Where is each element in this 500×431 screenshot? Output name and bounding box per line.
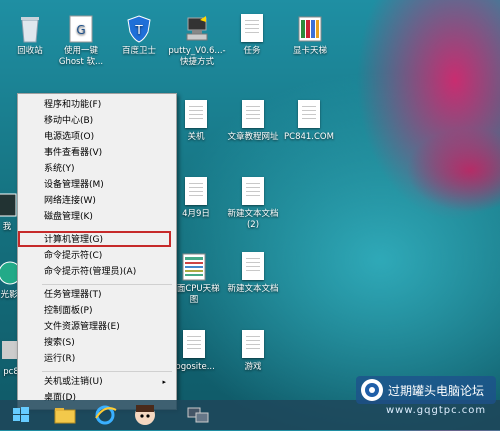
menu-item-label: 设备管理器(M): [44, 180, 104, 190]
menu-item-label: 任务管理器(T): [44, 290, 102, 300]
desktop-icon-recycle[interactable]: 回收站: [1, 14, 59, 57]
desktop-icon-baidu[interactable]: T 百度卫士: [110, 14, 168, 57]
menu-item-label: 磁盘管理(K): [44, 212, 93, 222]
folder-icon: [54, 408, 76, 424]
svg-text:G: G: [76, 23, 85, 37]
icon-label: 回收站: [17, 46, 43, 56]
desktop-icon-pc841[interactable]: PC841.COM: [280, 100, 338, 143]
menu-separator: [42, 371, 172, 372]
icon-label: logosite...: [173, 362, 215, 372]
icon-label: 百度卫士: [121, 46, 156, 56]
menu-item-label: 网络连接(W): [44, 196, 96, 206]
menu-item-search[interactable]: 搜索(S): [22, 336, 172, 351]
menu-item-label: 系统(Y): [44, 164, 75, 174]
menu-item-label: 移动中心(B): [44, 116, 94, 126]
svg-text:T: T: [134, 23, 143, 37]
icon-label: 关机: [187, 132, 205, 142]
putty-icon: [184, 14, 210, 44]
menu-separator: [42, 284, 172, 285]
menu-item-command-prompt[interactable]: 命令提示符(C): [22, 249, 172, 264]
menu-item-label: 命令提示符(C): [44, 251, 103, 261]
text-document-icon: [240, 100, 266, 130]
menu-item-label: 控制面板(P): [44, 306, 93, 316]
desktop-icon-newtext[interactable]: 新建文本文档: [224, 252, 282, 295]
menu-item-label: 电源选项(O): [44, 132, 95, 142]
menu-item-device-manager[interactable]: 设备管理器(M): [22, 178, 172, 193]
icon-label: putty_V0.6...- 快捷方式: [168, 46, 226, 67]
internet-explorer-button[interactable]: [88, 402, 122, 428]
network-computer-icon: [187, 407, 209, 423]
icon-label: 新建文本文档: [227, 284, 279, 294]
icon-label: 光影: [0, 290, 18, 300]
text-document-icon: [240, 252, 266, 282]
text-document-icon: [240, 177, 266, 207]
shield-icon: T: [126, 14, 152, 44]
menu-item-task-manager[interactable]: 任务管理器(T): [22, 288, 172, 303]
text-document-icon: [239, 14, 265, 44]
spreadsheet-icon: [297, 14, 323, 44]
desktop-icon-game[interactable]: 游戏: [224, 330, 282, 373]
menu-item-programs-features[interactable]: 程序和功能(F): [22, 98, 172, 113]
menu-item-shutdown-signout[interactable]: 关机或注销(U) ▸: [22, 375, 172, 390]
icon-label: 我: [2, 222, 12, 232]
text-document-icon: [183, 100, 209, 130]
text-document-icon: [181, 330, 207, 360]
ghost-app-icon: G: [68, 14, 94, 44]
watermark-logo: 过期罐头电脑论坛 www.gqgtpc.com: [356, 372, 496, 420]
submenu-arrow-icon: ▸: [162, 378, 166, 386]
highlight-box: [18, 231, 171, 247]
icon-label: 任务: [243, 46, 261, 56]
text-document-icon: [183, 177, 209, 207]
menu-item-label: 搜索(S): [44, 338, 75, 348]
icon-label: 显卡天梯: [292, 46, 327, 56]
windows-logo-icon: [13, 407, 29, 422]
menu-item-label: 程序和功能(F): [44, 100, 102, 110]
text-document-icon: [296, 100, 322, 130]
desktop-icon-tutorial[interactable]: 文章教程网址: [224, 100, 282, 143]
watermark-title: 过期罐头电脑论坛: [388, 384, 485, 398]
menu-item-label: 命令提示符(管理员)(A): [44, 267, 137, 277]
desktop-icon-display[interactable]: 显卡天梯: [281, 14, 339, 57]
menu-item-command-prompt-admin[interactable]: 命令提示符(管理员)(A): [22, 265, 172, 280]
menu-item-file-explorer[interactable]: 文件资源管理器(E): [22, 320, 172, 335]
icon-label: 文章教程网址: [227, 132, 279, 142]
desktop-icon-task[interactable]: 任务: [223, 14, 281, 57]
desktop-icon-newtext2[interactable]: 新建文本文档 (2): [224, 177, 282, 231]
icon-label: 使用一键Ghost 软...: [58, 46, 104, 67]
menu-item-label: 文件资源管理器(E): [44, 322, 120, 332]
recycle-bin-icon: [17, 14, 43, 44]
menu-item-run[interactable]: 运行(R): [22, 352, 172, 367]
menu-item-event-viewer[interactable]: 事件查看器(V): [22, 146, 172, 161]
menu-item-control-panel[interactable]: 控制面板(P): [22, 304, 172, 319]
icon-label: 新建文本文档 (2): [227, 209, 279, 230]
start-button[interactable]: [4, 402, 38, 428]
desktop-icon-putty[interactable]: putty_V0.6...- 快捷方式: [168, 14, 226, 68]
network-app-button[interactable]: [180, 402, 214, 428]
icon-label: PC841.COM: [284, 132, 334, 142]
character-app-button[interactable]: [128, 402, 162, 428]
menu-item-label: 事件查看器(V): [44, 148, 103, 158]
menu-item-label: 关机或注销(U): [44, 377, 103, 387]
text-document-icon: [240, 330, 266, 360]
character-icon: [135, 405, 155, 425]
icon-label: 游戏: [244, 362, 262, 372]
file-explorer-button[interactable]: [48, 402, 82, 428]
watermark-url: www.gqgtpc.com: [386, 405, 487, 416]
menu-item-disk-management[interactable]: 磁盘管理(K): [22, 210, 172, 225]
menu-item-system[interactable]: 系统(Y): [22, 162, 172, 177]
menu-item-network-connections[interactable]: 网络连接(W): [22, 194, 172, 209]
winx-context-menu: 程序和功能(F) 移动中心(B) 电源选项(O) 事件查看器(V) 系统(Y) …: [17, 93, 177, 410]
internet-explorer-icon: [95, 405, 117, 425]
menu-item-power-options[interactable]: 电源选项(O): [22, 130, 172, 145]
menu-item-label: 运行(R): [44, 354, 76, 364]
image-file-icon: [181, 252, 207, 282]
desktop-icon-ghost[interactable]: G 使用一键Ghost 软...: [52, 14, 110, 68]
icon-label: 4月9日: [182, 209, 210, 219]
menu-item-mobility-center[interactable]: 移动中心(B): [22, 114, 172, 129]
